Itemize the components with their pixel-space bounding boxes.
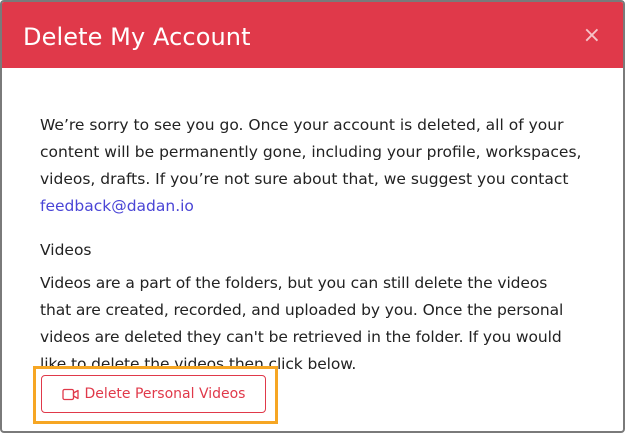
close-icon[interactable]: ×	[583, 25, 601, 47]
video-camera-icon	[61, 388, 79, 401]
delete-button-label: Delete Personal Videos	[84, 386, 246, 402]
intro-paragraph: We’re sorry to see you go. Once your acc…	[40, 112, 583, 220]
intro-text: We’re sorry to see you go. Once your acc…	[40, 116, 582, 188]
delete-account-dialog: Delete My Account × We’re sorry to see y…	[0, 0, 625, 433]
delete-personal-videos-button[interactable]: Delete Personal Videos	[41, 375, 266, 413]
dialog-body: We’re sorry to see you go. Once your acc…	[2, 68, 623, 378]
videos-heading: Videos	[40, 241, 92, 259]
dialog-title: Delete My Account	[23, 23, 251, 51]
feedback-email-link[interactable]: feedback@dadan.io	[40, 197, 194, 215]
dialog-header: Delete My Account ×	[2, 2, 623, 68]
videos-description: Videos are a part of the folders, but yo…	[40, 274, 564, 373]
